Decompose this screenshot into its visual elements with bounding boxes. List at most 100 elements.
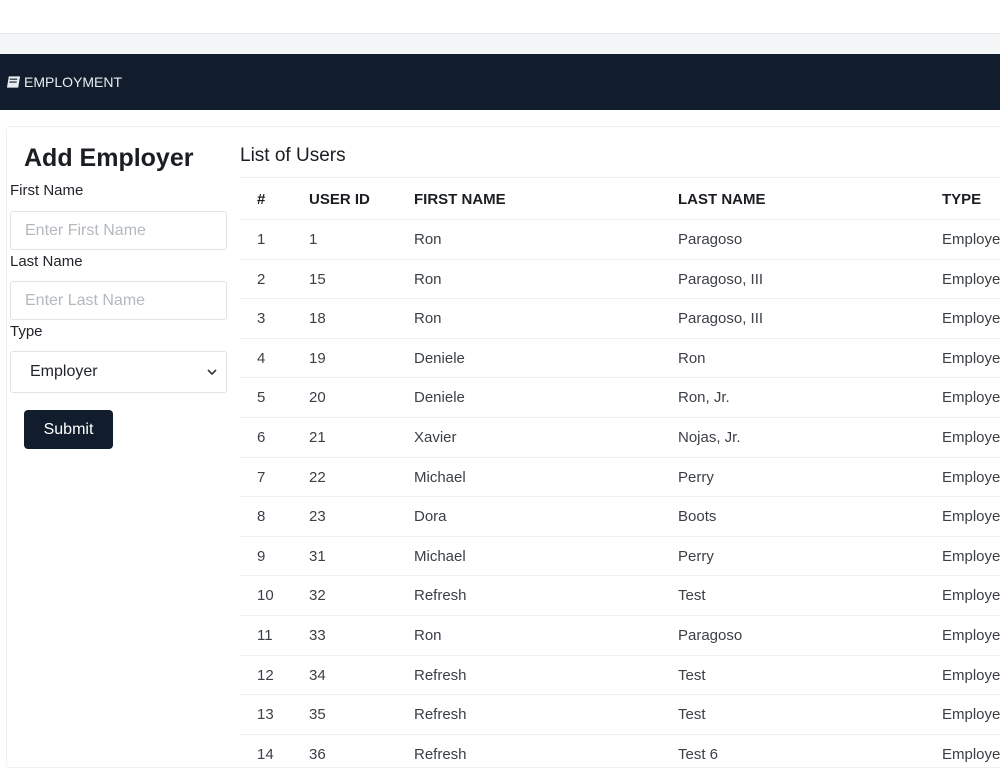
cell-type: Employee xyxy=(942,270,1000,288)
cell-last-name: Paragoso, III xyxy=(678,310,764,328)
table-row: 10 32 Refresh Test Employee xyxy=(240,575,1000,615)
table-row: 3 18 Ron Paragoso, III Employee xyxy=(240,298,1000,338)
cell-index: 4 xyxy=(257,349,266,367)
cell-last-name: Test xyxy=(678,706,706,724)
brand-link[interactable]: EMPLOYMENT xyxy=(6,73,122,91)
col-header-user-id: USER ID xyxy=(309,190,370,208)
cell-user-id: 1 xyxy=(309,231,318,248)
cell-last-name: Paragoso xyxy=(678,627,743,644)
cell-last-name: Perry xyxy=(678,547,714,565)
cell-last-name: Test xyxy=(678,587,706,605)
cell-last-name: Test xyxy=(678,666,706,684)
cell-last-name: Boots xyxy=(678,508,717,526)
table-row: 13 35 Refresh Test Employee xyxy=(240,694,1000,734)
cell-first-name: Michael xyxy=(414,468,466,486)
col-header-type: TYPE xyxy=(942,190,982,208)
cell-first-name: Ron xyxy=(414,231,442,248)
table-row: 9 31 Michael Perry Employee xyxy=(240,535,1000,576)
cell-index: 2 xyxy=(257,270,266,288)
cell-user-id: 32 xyxy=(309,587,326,605)
cell-first-name: Xavier xyxy=(414,429,457,446)
cell-first-name: Ron xyxy=(414,627,442,644)
submit-button[interactable]: Submit xyxy=(24,410,113,449)
cell-type: Employee xyxy=(942,429,1000,446)
cell-index: 3 xyxy=(257,310,266,328)
last-name-input[interactable] xyxy=(10,281,227,320)
table-row: 11 33 Ron Paragoso Employee xyxy=(240,615,1000,655)
book-icon xyxy=(6,76,21,88)
type-label: Type xyxy=(10,323,43,340)
form-title: Add Employer xyxy=(24,144,194,172)
col-header-last-name: LAST NAME xyxy=(678,190,766,208)
cell-first-name: Ron xyxy=(414,310,442,328)
cell-index: 10 xyxy=(257,587,274,605)
cell-type: Employee xyxy=(942,587,1000,605)
cell-user-id: 31 xyxy=(309,547,326,565)
cell-type: Employee xyxy=(942,349,1000,367)
last-name-label: Last Name xyxy=(10,253,83,270)
cell-first-name: Dora xyxy=(414,508,447,526)
table-row: 14 36 Refresh Test 6 Employee xyxy=(240,733,1000,774)
cell-type: Employee xyxy=(942,666,1000,684)
cell-type: Employee xyxy=(942,547,1000,565)
cell-user-id: 20 xyxy=(309,389,326,407)
list-title: List of Users xyxy=(240,145,346,166)
cell-index: 13 xyxy=(257,706,274,724)
cell-first-name: Refresh xyxy=(414,745,467,763)
cell-type: Employee xyxy=(942,706,1000,724)
table-row: 6 21 Xavier Nojas, Jr. Employee xyxy=(240,417,1000,457)
cell-index: 8 xyxy=(257,508,266,526)
cell-type: Employee xyxy=(942,508,1000,526)
table-row: 12 34 Refresh Test Employee xyxy=(240,654,1000,695)
col-header-index: # xyxy=(257,190,266,208)
table-row: 8 23 Dora Boots Employee xyxy=(240,496,1000,536)
chevron-down-icon xyxy=(207,369,217,376)
table-header: # USER ID FIRST NAME LAST NAME TYPE xyxy=(240,177,1000,220)
cell-type: Employee xyxy=(942,627,1000,644)
cell-user-id: 19 xyxy=(309,349,326,367)
cell-type: Employee xyxy=(942,745,1000,763)
cell-type: Employee xyxy=(942,231,1000,248)
cell-user-id: 23 xyxy=(309,508,326,526)
cell-last-name: Paragoso xyxy=(678,231,743,248)
cell-last-name: Ron, Jr. xyxy=(678,389,730,407)
cell-first-name: Ron xyxy=(414,270,442,288)
cell-user-id: 21 xyxy=(309,429,326,446)
top-bar xyxy=(0,0,1000,34)
cell-user-id: 22 xyxy=(309,468,326,486)
cell-index: 14 xyxy=(257,745,274,763)
cell-last-name: Perry xyxy=(678,468,714,486)
page-gap xyxy=(0,34,1000,54)
cell-user-id: 15 xyxy=(309,270,326,288)
table-row: 1 1 Ron Paragoso Employee xyxy=(240,219,1000,259)
cell-type: Employee xyxy=(942,389,1000,407)
col-header-first-name: FIRST NAME xyxy=(414,190,506,208)
cell-index: 9 xyxy=(257,547,266,565)
cell-type: Employee xyxy=(942,468,1000,486)
cell-first-name: Refresh xyxy=(414,666,467,684)
cell-first-name: Refresh xyxy=(414,706,467,724)
cell-last-name: Ron xyxy=(678,349,706,367)
cell-index: 5 xyxy=(257,389,266,407)
cell-user-id: 33 xyxy=(309,627,326,644)
cell-index: 12 xyxy=(257,666,274,684)
cell-index: 6 xyxy=(257,429,266,446)
cell-index: 11 xyxy=(257,627,273,644)
cell-first-name: Refresh xyxy=(414,587,467,605)
cell-last-name: Test 6 xyxy=(678,745,719,763)
table-row: 2 15 Ron Paragoso, III Employee xyxy=(240,258,1000,299)
table-row: 7 22 Michael Perry Employee xyxy=(240,456,1000,497)
cell-index: 1 xyxy=(257,231,266,248)
cell-user-id: 18 xyxy=(309,310,326,328)
cell-last-name: Nojas, Jr. xyxy=(678,429,741,446)
cell-index: 7 xyxy=(257,468,266,486)
cell-user-id: 35 xyxy=(309,706,326,724)
cell-first-name: Deniele xyxy=(414,349,465,367)
cell-first-name: Deniele xyxy=(414,389,465,407)
cell-first-name: Michael xyxy=(414,547,466,565)
first-name-input[interactable] xyxy=(10,211,227,250)
first-name-label: First Name xyxy=(10,182,84,199)
table-row: 4 19 Deniele Ron Employee xyxy=(240,337,1000,378)
navbar: EMPLOYMENT xyxy=(0,54,1000,110)
type-select[interactable]: Employer xyxy=(10,351,227,393)
